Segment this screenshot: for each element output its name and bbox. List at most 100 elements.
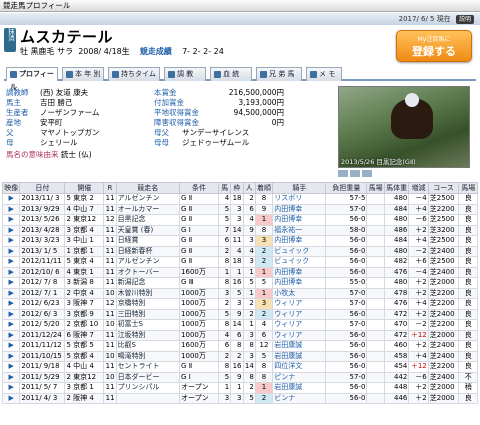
jockey-link[interactable]: ウィリア bbox=[272, 329, 327, 341]
race-name-link[interactable]: 目黒記念 bbox=[115, 214, 181, 226]
thumbnail[interactable] bbox=[362, 170, 372, 177]
jockey-link[interactable]: 内田博幸 bbox=[272, 214, 327, 226]
column-header[interactable]: 増減 bbox=[408, 182, 429, 194]
column-header[interactable]: コース bbox=[427, 182, 460, 194]
jockey-link[interactable]: ウィリア bbox=[272, 298, 327, 310]
column-header[interactable]: 負担重量 bbox=[325, 182, 368, 194]
race-name-link[interactable]: アルゼンチン bbox=[115, 193, 181, 205]
jockey-link[interactable]: 内田博幸 bbox=[272, 235, 327, 247]
video-play-icon[interactable]: ▶ bbox=[1, 308, 21, 320]
video-play-icon[interactable]: ▶ bbox=[1, 371, 21, 383]
jockey-link[interactable]: ウィリア bbox=[272, 308, 327, 320]
video-play-icon[interactable]: ▶ bbox=[1, 235, 21, 247]
column-header[interactable]: 日付 bbox=[19, 182, 66, 194]
race-photo[interactable]: 2013/5/26 目黒記念(GⅡ) bbox=[338, 86, 470, 168]
video-play-icon[interactable]: ▶ bbox=[1, 287, 21, 299]
jockey-link[interactable]: 四位洋文 bbox=[272, 361, 327, 373]
tab-best-time[interactable]: 持ちタイム bbox=[108, 67, 160, 81]
video-play-icon[interactable]: ▶ bbox=[1, 361, 21, 373]
tab-memo[interactable]: メ モ bbox=[306, 67, 342, 81]
jockey-link[interactable]: ビュイック bbox=[272, 256, 327, 268]
damsire-value[interactable]: サンデーサイレンス bbox=[182, 128, 249, 137]
race-name-link[interactable]: 日経賞 bbox=[115, 235, 181, 247]
race-name-link[interactable]: 三田特別 bbox=[115, 308, 181, 320]
column-header[interactable]: 枠 bbox=[230, 182, 244, 194]
photo-thumbnails[interactable] bbox=[338, 170, 470, 179]
column-header[interactable]: 馬体重 bbox=[383, 182, 410, 194]
race-name-link[interactable]: 天皇賞 (春) bbox=[115, 224, 181, 236]
dam-value[interactable]: シェリール bbox=[40, 138, 78, 147]
jockey-link[interactable]: ビュイック bbox=[272, 245, 327, 257]
thumbnail[interactable] bbox=[350, 170, 360, 177]
column-header[interactable]: 映像 bbox=[1, 182, 21, 194]
race-name-link[interactable]: オールカマー bbox=[115, 203, 181, 215]
help-button[interactable]: 説明 bbox=[455, 14, 474, 24]
jockey-link[interactable]: 小牧太 bbox=[272, 287, 327, 299]
jockey-link[interactable]: 岩田康誠 bbox=[272, 382, 327, 394]
jockey-link[interactable]: 岩田康誠 bbox=[272, 350, 327, 362]
thumbnail[interactable] bbox=[338, 170, 348, 177]
race-name-link[interactable]: 日本ダービー bbox=[115, 371, 181, 383]
tab-pedigree[interactable]: 血 統 bbox=[210, 67, 252, 81]
jockey-link[interactable]: 福永祐一 bbox=[272, 224, 327, 236]
column-header[interactable]: 馬場 bbox=[458, 182, 478, 194]
jockey-link[interactable]: 内田博幸 bbox=[272, 266, 327, 278]
video-play-icon[interactable]: ▶ bbox=[1, 319, 21, 331]
column-header[interactable]: 人 bbox=[242, 182, 256, 194]
jockey-link[interactable]: 岩田康誠 bbox=[272, 340, 327, 352]
race-name-link[interactable]: アルゼンチン bbox=[115, 256, 181, 268]
column-header[interactable]: R bbox=[103, 182, 117, 194]
video-play-icon[interactable]: ▶ bbox=[1, 203, 21, 215]
trainer-value[interactable]: (西) 友道 康夫 bbox=[40, 88, 88, 97]
tab-profile[interactable]: プロフィール bbox=[6, 67, 58, 91]
tab-training[interactable]: 調 教 bbox=[164, 67, 206, 81]
video-play-icon[interactable]: ▶ bbox=[1, 350, 21, 362]
jockey-link[interactable]: 内田博幸 bbox=[272, 277, 327, 289]
video-play-icon[interactable]: ▶ bbox=[1, 329, 21, 341]
race-name-link[interactable]: 江坂特別 bbox=[115, 329, 181, 341]
race-name-link[interactable]: セントライト bbox=[115, 361, 181, 373]
video-play-icon[interactable]: ▶ bbox=[1, 256, 21, 268]
video-play-icon[interactable]: ▶ bbox=[1, 382, 21, 394]
column-header[interactable]: 着順 bbox=[254, 182, 274, 194]
jockey-link[interactable]: 内田博幸 bbox=[272, 203, 327, 215]
video-play-icon[interactable]: ▶ bbox=[1, 245, 21, 257]
dam-row: 母 シェリール bbox=[6, 138, 78, 147]
race-name-link[interactable]: 鳴滝特別 bbox=[115, 350, 181, 362]
race-name-link[interactable]: 日経新春杯 bbox=[115, 245, 181, 257]
video-play-icon[interactable]: ▶ bbox=[1, 214, 21, 226]
video-play-icon[interactable]: ▶ bbox=[1, 277, 21, 289]
race-name-link[interactable]: プリンシパル bbox=[115, 382, 181, 394]
race-name-link[interactable]: 木曽川特別 bbox=[115, 287, 181, 299]
column-header[interactable]: 競走名 bbox=[115, 182, 181, 194]
race-name-link[interactable]: 新潟記念 bbox=[115, 277, 181, 289]
column-header[interactable]: 騎手 bbox=[272, 182, 327, 194]
column-header[interactable]: 開催 bbox=[64, 182, 105, 194]
race-name-link[interactable]: 比叡S bbox=[115, 340, 181, 352]
video-play-icon[interactable]: ▶ bbox=[1, 224, 21, 236]
tab-siblings[interactable]: 兄 弟 馬 bbox=[256, 67, 302, 81]
register-favorite-button[interactable]: My注目馬に 登録する bbox=[396, 30, 472, 62]
video-play-icon[interactable]: ▶ bbox=[1, 392, 21, 404]
table-cell: G Ⅱ bbox=[179, 235, 219, 247]
sire-value[interactable]: マヤノトップガン bbox=[40, 128, 99, 137]
race-name-link[interactable]: オクトーバー bbox=[115, 266, 181, 278]
column-header[interactable]: 条件 bbox=[179, 182, 219, 194]
column-header[interactable]: 馬場 bbox=[366, 182, 385, 194]
jockey-link[interactable]: ビンナ bbox=[272, 392, 327, 404]
jockey-link[interactable]: ピンナ bbox=[272, 371, 327, 383]
video-play-icon[interactable]: ▶ bbox=[1, 340, 21, 352]
video-play-icon[interactable]: ▶ bbox=[1, 193, 21, 205]
column-header[interactable]: 馬 bbox=[217, 182, 232, 194]
grand-dam-value[interactable]: ジェドゥーザムール bbox=[182, 138, 249, 147]
jockey-link[interactable]: ウィリア bbox=[272, 319, 327, 331]
video-play-icon[interactable]: ▶ bbox=[1, 266, 21, 278]
tab-icon bbox=[260, 70, 267, 78]
jockey-link[interactable]: リスボリ bbox=[272, 193, 327, 205]
race-name-link[interactable] bbox=[115, 392, 181, 404]
race-name-link[interactable]: 初富士S bbox=[115, 319, 181, 331]
tab-yearly[interactable]: 本 年 別 bbox=[62, 67, 104, 81]
video-play-icon[interactable]: ▶ bbox=[1, 298, 21, 310]
race-name-link[interactable]: 京橋特別 bbox=[115, 298, 181, 310]
table-cell: 56-0 bbox=[325, 245, 368, 257]
